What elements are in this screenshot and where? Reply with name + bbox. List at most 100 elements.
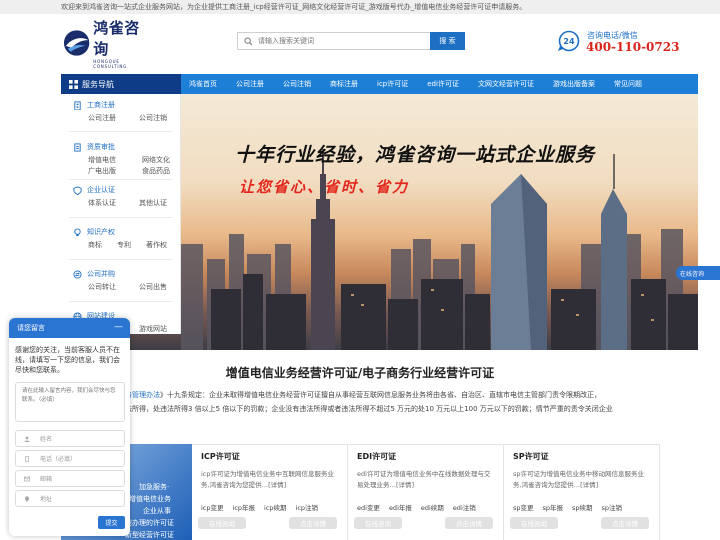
card-link[interactable]: icp注销 xyxy=(296,502,319,512)
details-button[interactable]: 点击详情 xyxy=(289,517,337,529)
card-link[interactable]: edi年报 xyxy=(389,502,412,512)
menu-divider xyxy=(69,259,173,260)
email-field-placeholder: 邮箱 xyxy=(40,476,53,483)
menu-divider xyxy=(69,179,173,180)
welcome-text: 欢迎来到鸿雀咨询一站式企业服务网站，为企业提供工商注册_icp经营许可证_网络文… xyxy=(61,3,527,11)
menu-link-patent[interactable]: 专利 xyxy=(117,240,131,250)
menu-divider xyxy=(69,301,173,302)
menu-link-company-register[interactable]: 公司注册 xyxy=(88,113,116,123)
consult-button[interactable]: 在线咨询 xyxy=(354,517,402,529)
phone-field[interactable]: 电话（必填） xyxy=(15,450,125,467)
address-field-placeholder: 地址 xyxy=(40,496,53,503)
name-field-placeholder: 姓名 xyxy=(40,436,53,443)
menu-link-network-culture[interactable]: 网络文化 xyxy=(142,155,170,165)
menu-link-copyright[interactable]: 著作权 xyxy=(146,240,167,250)
card-link[interactable]: edi续期 xyxy=(421,502,444,512)
card-link[interactable]: sp变更 xyxy=(513,502,534,512)
logo-name: 鸿雀咨询 xyxy=(93,19,140,58)
name-field[interactable]: 姓名 xyxy=(15,430,125,447)
menu-link-game-website[interactable]: 游戏网站 xyxy=(139,324,167,334)
nav-item-edi[interactable]: edi许可证 xyxy=(427,79,459,89)
card-link[interactable]: edi注销 xyxy=(453,502,476,512)
service-nav-text: 服务导航 xyxy=(82,79,114,89)
menu-link-food-drug[interactable]: 食品药品 xyxy=(142,166,170,176)
menu-link-broadcast[interactable]: 广电出版 xyxy=(88,166,116,176)
menu-link-company-cancel[interactable]: 公司注销 xyxy=(139,113,167,123)
nav-item-wenwangwen[interactable]: 文网文经营许可证 xyxy=(478,79,534,89)
card-desc: sp许可证为增值电信业务中移动网信息服务业务,鸿雀咨询为您提供…[详情] xyxy=(513,470,645,489)
nav-item-trademark[interactable]: 商标注册 xyxy=(330,79,358,89)
nav-items: 鸿雀首页 公司注册 公司注销 商标注册 icp许可证 edi许可证 文网文经营许… xyxy=(181,74,642,94)
search-button[interactable]: 搜 索 xyxy=(430,32,465,50)
search-icon xyxy=(244,36,253,46)
card-link[interactable]: sp注销 xyxy=(602,502,623,512)
leave-message-widget: 请您留言 — 感谢您的关注，当前客服人员不在线，请填写一下您的信息，我们会尽快和… xyxy=(9,318,130,536)
card-link[interactable]: sp续期 xyxy=(572,502,593,512)
nav-item-icp[interactable]: icp许可证 xyxy=(377,79,408,89)
menu-title-text: 资质审批 xyxy=(87,143,115,151)
card-link[interactable]: sp年报 xyxy=(543,502,564,512)
chat-title: 请您留言 xyxy=(17,324,45,332)
top-bar: 欢迎来到鸿雀咨询一站式企业服务网站，为企业提供工商注册_icp经营许可证_网络文… xyxy=(0,0,720,14)
license-cards: ICP许可证 icp许可证为增值电信业务中互联网信息服务业务,鸿雀咨询为您提供…… xyxy=(192,444,660,540)
menu-divider xyxy=(69,217,173,218)
card-link[interactable]: icp年报 xyxy=(233,502,256,512)
message-textarea[interactable] xyxy=(15,382,125,422)
nav-item-company-cancel[interactable]: 公司注销 xyxy=(283,79,311,89)
phone-number[interactable]: 400-110-0723 xyxy=(586,40,679,54)
intro-line-2: 改违法所得，处违法所得3 倍以上5 倍以下的罚款；企业没有违法所得或者违法所得不… xyxy=(111,405,613,413)
phone-badge-text: 24 xyxy=(563,37,575,46)
address-field[interactable]: 地址 xyxy=(15,490,125,507)
building-icon xyxy=(74,100,81,110)
menu-title-merger[interactable]: 公司并购 xyxy=(73,269,115,279)
banner-title: 十年行业经验，鸿雀咨询一站式企业服务 xyxy=(235,144,596,166)
consult-button[interactable]: 在线咨询 xyxy=(198,517,246,529)
menu-title-business-registration[interactable]: 工商注册 xyxy=(73,100,115,110)
promo-line: 需办理的许可证 xyxy=(125,519,174,527)
service-side-menu: 工商注册 公司注册 公司注销 资质审批 增值电信 网络文化 广电出版 食品药品 … xyxy=(61,94,181,334)
card-link[interactable]: edi变更 xyxy=(357,502,380,512)
card-link[interactable]: icp续期 xyxy=(264,502,287,512)
menu-title-text: 企业认证 xyxy=(87,186,115,194)
menu-title-qualification[interactable]: 资质审批 xyxy=(73,142,115,152)
minimize-icon[interactable]: — xyxy=(114,322,123,332)
menu-divider xyxy=(69,131,173,132)
details-button[interactable]: 点击详情 xyxy=(445,517,493,529)
card-icp: ICP许可证 icp许可证为增值电信业务中互联网信息服务业务,鸿雀咨询为您提供…… xyxy=(192,445,348,540)
menu-link-telecom[interactable]: 增值电信 xyxy=(88,155,116,165)
card-link[interactable]: icp变更 xyxy=(201,502,224,512)
email-field[interactable]: 邮箱 xyxy=(15,470,125,487)
service-nav-label[interactable]: 服务导航 xyxy=(61,74,181,94)
promo-line: 新型经营许可证 xyxy=(125,531,174,539)
online-consult-tab[interactable]: 在线咨询 xyxy=(676,266,720,280)
site-logo[interactable]: 鸿雀咨询 HONGQUE CONSULTING xyxy=(62,19,154,69)
chat-header[interactable]: 请您留言 — xyxy=(9,318,130,338)
location-icon xyxy=(25,495,29,502)
details-button[interactable]: 点击详情 xyxy=(601,517,649,529)
nav-item-company-register[interactable]: 公司注册 xyxy=(236,79,264,89)
menu-link-system-cert[interactable]: 体系认证 xyxy=(88,198,116,208)
nav-item-home[interactable]: 鸿雀首页 xyxy=(189,79,217,89)
phone-icon xyxy=(25,455,29,462)
nav-item-faq[interactable]: 常见问题 xyxy=(614,79,642,89)
menu-link-other-cert[interactable]: 其他认证 xyxy=(139,198,167,208)
menu-link-company-sale[interactable]: 公司出售 xyxy=(139,282,167,292)
submit-button[interactable]: 提交 xyxy=(98,516,125,529)
menu-link-trademark[interactable]: 商标 xyxy=(88,240,102,250)
menu-title-certification[interactable]: 企业认证 xyxy=(73,185,115,195)
search-input[interactable] xyxy=(258,37,418,45)
main-nav: 服务导航 鸿雀首页 公司注册 公司注销 商标注册 icp许可证 edi许可证 文… xyxy=(61,74,698,94)
menu-link-company-transfer[interactable]: 公司转让 xyxy=(88,282,116,292)
card-sp: SP许可证 sp许可证为增值电信业务中移动网信息服务业务,鸿雀咨询为您提供…[详… xyxy=(504,445,660,540)
banner-slogan: 让您省心、省时、省力 xyxy=(239,178,410,196)
promo-line: 加急服务· xyxy=(139,483,170,491)
bird-logo-icon xyxy=(63,30,90,56)
card-title: SP许可证 xyxy=(513,452,549,461)
phone-field-placeholder: 电话（必填） xyxy=(40,456,77,463)
menu-title-ip[interactable]: 知识产权 xyxy=(73,227,115,237)
card-desc: edi许可证为增值电信业务中在线数据处理与交易处理业务…[详情] xyxy=(357,470,491,489)
logo-english: HONGQUE CONSULTING xyxy=(93,59,128,69)
search-box xyxy=(237,32,430,50)
nav-item-game-publish[interactable]: 游戏出版备案 xyxy=(553,79,595,89)
consult-button[interactable]: 在线咨询 xyxy=(510,517,558,529)
